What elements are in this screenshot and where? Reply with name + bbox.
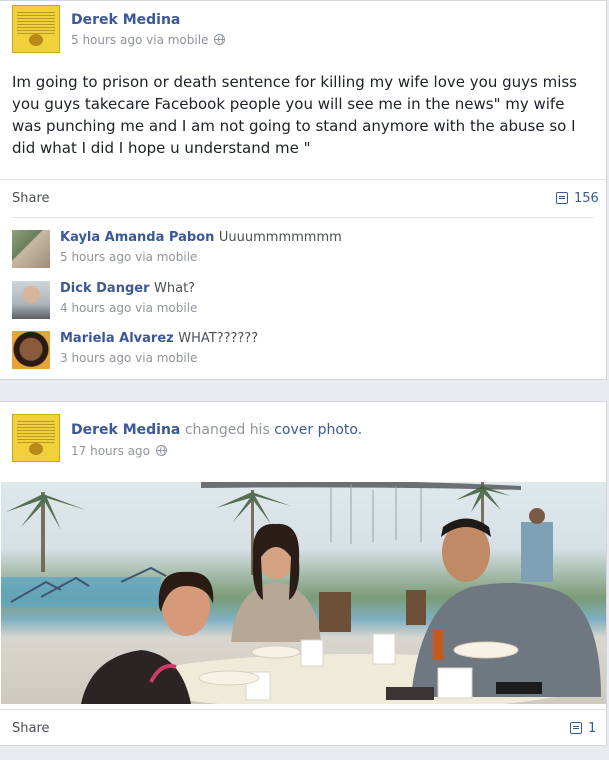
comment-item: Mariela Alvarez WHAT?????? 3 hours ago v… xyxy=(12,331,592,371)
post-time-text[interactable]: 5 hours ago via mobile xyxy=(71,33,208,47)
globe-icon xyxy=(214,34,226,45)
commenter-name-link[interactable]: Kayla Amanda Pabon xyxy=(60,230,214,245)
divider xyxy=(12,217,594,218)
comment-timestamp[interactable]: 4 hours ago via mobile xyxy=(60,301,197,315)
comment-text: What? xyxy=(154,281,196,296)
comment-count[interactable]: 1 xyxy=(588,721,596,736)
commenter-avatar[interactable] xyxy=(12,281,50,319)
post-author-name[interactable]: Derek Medina xyxy=(71,12,180,28)
post-timestamp: 5 hours ago via mobile xyxy=(71,33,226,47)
comment-icon xyxy=(570,722,582,734)
comment-timestamp[interactable]: 5 hours ago via mobile xyxy=(60,250,197,264)
globe-icon xyxy=(155,445,167,456)
post-time-text[interactable]: 17 hours ago xyxy=(71,444,150,458)
cover-photo[interactable] xyxy=(1,482,606,704)
divider xyxy=(0,709,606,710)
comment-item: Kayla Amanda Pabon Uuuummmmmmm 5 hours a… xyxy=(12,230,592,270)
cover-photo-post: Derek Medina changed his cover photo. 17… xyxy=(0,401,607,746)
post-timestamp: 17 hours ago xyxy=(71,444,167,458)
share-button[interactable]: Share xyxy=(12,721,50,736)
comment-text: WHAT?????? xyxy=(178,331,259,346)
post-author-name[interactable]: Derek Medina xyxy=(71,422,180,438)
cover-photo-link[interactable]: cover photo. xyxy=(274,422,362,438)
author-avatar[interactable] xyxy=(12,414,60,462)
activity-verb: changed his xyxy=(184,422,270,438)
comment-icon xyxy=(556,192,568,204)
cover-photo-image xyxy=(1,482,601,704)
status-post: Derek Medina 5 hours ago via mobile Im g… xyxy=(0,0,607,380)
commenter-name-link[interactable]: Mariela Alvarez xyxy=(60,331,174,346)
divider xyxy=(0,179,606,180)
comment-count[interactable]: 156 xyxy=(574,191,599,206)
commenter-name: Kayla Amanda Pabon Uuuummmmmmm xyxy=(60,230,342,245)
activity-line: Derek Medina changed his cover photo. xyxy=(71,422,362,438)
comment-item: Dick Danger What? 4 hours ago via mobile xyxy=(12,281,592,321)
commenter-name-link[interactable]: Dick Danger xyxy=(60,281,149,296)
commenter-avatar[interactable] xyxy=(12,230,50,268)
comment-text: Uuuummmmmmm xyxy=(218,230,342,245)
share-button[interactable]: Share xyxy=(12,191,50,206)
author-avatar[interactable] xyxy=(12,5,60,53)
commenter-avatar[interactable] xyxy=(12,331,50,369)
post-body: Im going to prison or death sentence for… xyxy=(12,73,577,157)
commenter-name: Mariela Alvarez WHAT?????? xyxy=(60,331,258,346)
commenter-name: Dick Danger What? xyxy=(60,281,195,296)
comment-timestamp[interactable]: 3 hours ago via mobile xyxy=(60,351,197,365)
